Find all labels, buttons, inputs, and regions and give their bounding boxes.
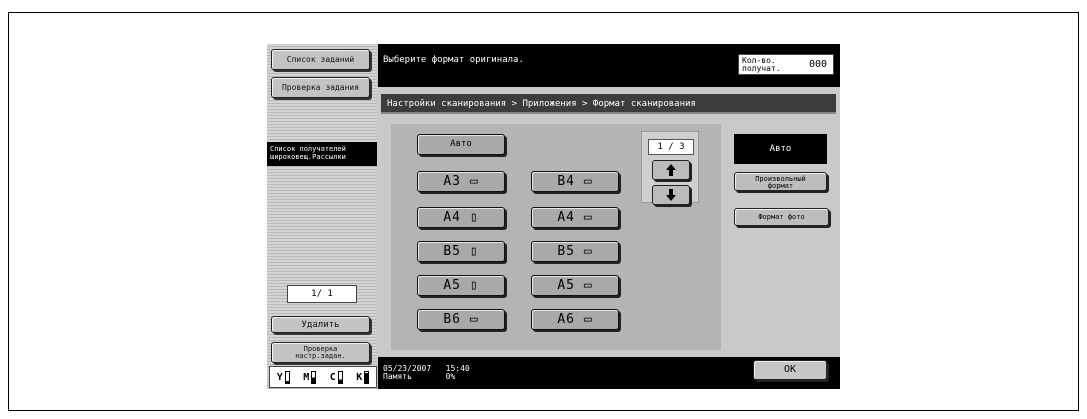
toner-m-label: M <box>303 371 310 383</box>
auto-format-button[interactable]: Авто <box>417 134 505 155</box>
format-a3-landscape-button[interactable]: A3 ▭ <box>417 171 505 192</box>
breadcrumb: Настройки сканирования > Приложения > Фо… <box>381 94 836 114</box>
check-job-settings-button[interactable]: Проверка настр.задан. <box>271 342 370 363</box>
page-down-button[interactable] <box>652 185 690 205</box>
arrow-up-icon <box>666 164 676 176</box>
recipient-count-box: Кол-во. получат. 000 <box>738 54 834 75</box>
photo-format-button[interactable]: Формат фото <box>734 208 829 226</box>
job-list-label: Список заданий <box>286 54 355 64</box>
format-b5-landscape-button[interactable]: B5 ▭ <box>531 241 619 262</box>
ok-button[interactable]: OK <box>753 360 827 380</box>
format-a6-landscape-button[interactable]: A6 ▭ <box>531 309 619 330</box>
toner-m-bar <box>311 370 317 384</box>
control-panel-screen: Список заданий Проверка задания Список п… <box>267 44 840 389</box>
instruction-message: Выберите формат оригинала. <box>383 55 524 65</box>
auto-selected-display[interactable]: Авто <box>734 134 827 164</box>
toner-indicator: Y M C K <box>269 366 377 388</box>
page-indicator: 1/ 1 <box>287 285 357 303</box>
format-b5-portrait-button[interactable]: B5 ▯ <box>417 241 505 262</box>
check-settings-line-2: настр.задан. <box>295 351 346 360</box>
delete-button[interactable]: Удалить <box>271 316 370 333</box>
custom-format-line-2: формат <box>767 182 794 190</box>
toner-k-bar <box>364 370 370 384</box>
job-check-label: Проверка задания <box>281 82 360 92</box>
memory-value: 0% <box>445 372 456 381</box>
toner-y-bar <box>284 370 290 384</box>
count-label-line-2: получат. <box>742 63 781 73</box>
broadcast-destination-list[interactable]: Список получателей широковещ.Рассылки <box>267 142 377 166</box>
dest-list-line-2: широковещ.Рассылки <box>270 153 346 161</box>
job-check-button[interactable]: Проверка задания <box>271 77 370 98</box>
format-b6-landscape-button[interactable]: B6 ▭ <box>417 309 505 330</box>
format-a4-portrait-button[interactable]: A4 ▯ <box>417 207 505 228</box>
delete-label: Удалить <box>301 319 340 330</box>
toner-y-label: Y <box>276 371 283 383</box>
arrow-down-icon <box>666 189 676 201</box>
page-number: 1 / 3 <box>648 139 694 155</box>
toner-c-label: C <box>329 371 336 383</box>
custom-format-button[interactable]: Произвольный формат <box>734 172 827 191</box>
left-panel: Список заданий Проверка задания Список п… <box>267 44 377 389</box>
page-up-button[interactable] <box>652 160 690 180</box>
format-a4-landscape-button[interactable]: A4 ▭ <box>531 207 619 228</box>
toner-c-bar <box>337 370 343 384</box>
format-b4-landscape-button[interactable]: B4 ▭ <box>531 171 619 192</box>
page-selector: 1 / 3 <box>641 131 699 205</box>
format-a5-portrait-button[interactable]: A5 ▯ <box>417 275 505 296</box>
format-a5-landscape-button[interactable]: A5 ▭ <box>531 275 619 296</box>
count-value: 000 <box>808 58 827 70</box>
toner-k-label: K <box>356 371 363 383</box>
dest-list-line-1: Список получателей <box>270 145 346 153</box>
memory-label: Память <box>383 372 412 381</box>
status-info: 05/23/2007 15:40 Память 0% <box>383 365 470 381</box>
job-list-button[interactable]: Список заданий <box>271 49 370 70</box>
